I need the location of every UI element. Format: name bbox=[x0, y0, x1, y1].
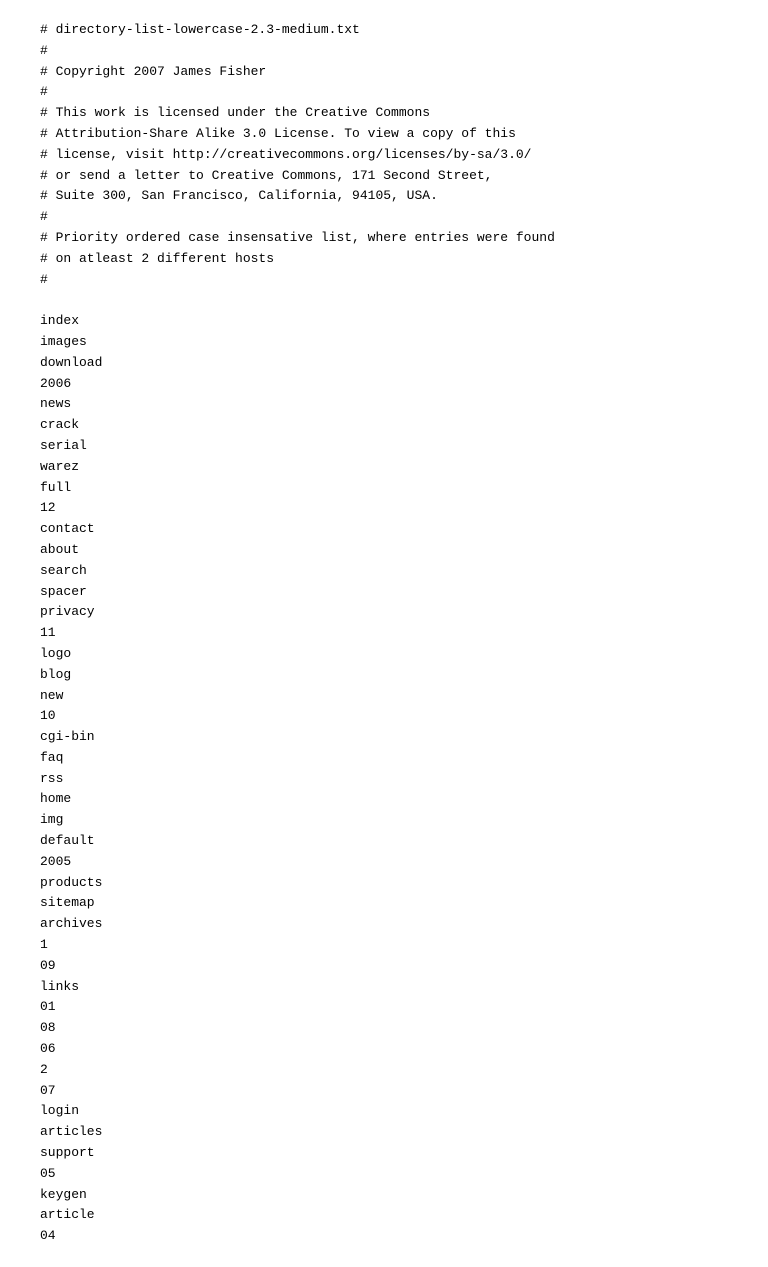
file-content: # directory-list-lowercase-2.3-medium.tx… bbox=[40, 20, 728, 1247]
